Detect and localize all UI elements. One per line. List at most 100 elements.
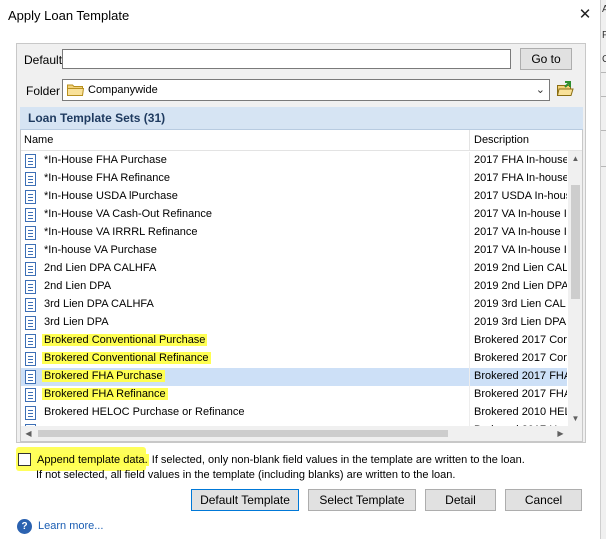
row-description: 2017 USDA In-hous bbox=[474, 190, 567, 202]
grid-rows: *In-House FHA Purchase 2017 FHA In-house *… bbox=[21, 152, 567, 440]
help-area: ? Learn more... bbox=[17, 519, 317, 535]
row-divider bbox=[469, 170, 470, 188]
chevron-down-icon[interactable]: ⌄ bbox=[536, 83, 545, 96]
template-document-icon bbox=[25, 298, 36, 312]
template-document-icon bbox=[25, 262, 36, 276]
table-row[interactable]: 3rd Lien DPA CALHFA 2019 3rd Lien CAL bbox=[21, 296, 567, 314]
template-document-icon bbox=[25, 172, 36, 186]
table-row[interactable]: Brokered HELOC Purchase or Refinance Brok… bbox=[21, 404, 567, 422]
edge-char-1: A bbox=[602, 4, 606, 15]
row-description: 2017 FHA In-house bbox=[474, 172, 567, 184]
column-header-name[interactable]: Name bbox=[24, 134, 53, 146]
table-row[interactable]: 2nd Lien DPA CALHFA 2019 2nd Lien CAL bbox=[21, 260, 567, 278]
row-description: Brokered 2017 Con bbox=[474, 352, 567, 364]
append-description: Append template data. If selected, only … bbox=[36, 454, 525, 466]
background-window-edge: A P C bbox=[600, 0, 606, 539]
scroll-right-arrow-icon[interactable]: ▶ bbox=[553, 426, 568, 441]
template-document-icon bbox=[25, 190, 36, 204]
scroll-up-arrow-icon[interactable]: ▲ bbox=[568, 151, 582, 166]
row-divider bbox=[469, 296, 470, 314]
folder-select[interactable]: Companywide ⌄ bbox=[62, 79, 550, 101]
row-name: 3rd Lien DPA bbox=[44, 316, 109, 328]
open-folder-icon[interactable] bbox=[556, 80, 574, 98]
folder-icon bbox=[67, 84, 84, 96]
table-row[interactable]: Brokered FHA Refinance Brokered 2017 FHA bbox=[21, 386, 567, 404]
row-description: 2019 2nd Lien CAL bbox=[474, 262, 567, 274]
edge-divider bbox=[601, 96, 606, 97]
edge-char-3: C bbox=[602, 54, 606, 65]
row-name: *In-House USDA lPurchase bbox=[44, 190, 178, 202]
row-description: 2017 FHA In-house bbox=[474, 154, 567, 166]
append-help-text-2: If not selected, all field values in the… bbox=[36, 469, 456, 481]
row-name: 2nd Lien DPA CALHFA bbox=[44, 262, 157, 274]
row-description: 2017 VA In-house I bbox=[474, 244, 567, 256]
row-description: 2017 VA In-house I bbox=[474, 208, 567, 220]
table-row[interactable]: 2nd Lien DPA 2019 2nd Lien DPA bbox=[21, 278, 567, 296]
table-row[interactable]: *In-House FHA Purchase 2017 FHA In-house bbox=[21, 152, 567, 170]
row-description: 2019 3rd Lien CAL bbox=[474, 298, 566, 310]
table-row[interactable]: Brokered FHA Purchase Brokered 2017 FHA bbox=[21, 368, 567, 386]
folder-value: Companywide bbox=[88, 84, 158, 96]
append-help-text: If selected, only non-blank field values… bbox=[148, 454, 525, 466]
default-input[interactable] bbox=[62, 49, 511, 69]
scroll-left-arrow-icon[interactable]: ◀ bbox=[21, 426, 36, 441]
default-template-button[interactable]: Default Template bbox=[191, 489, 299, 511]
template-grid[interactable]: Name Description *In-House FHA Purchase 2… bbox=[20, 130, 583, 442]
select-template-button[interactable]: Select Template bbox=[308, 489, 416, 511]
append-checkbox[interactable] bbox=[18, 453, 31, 466]
template-document-icon bbox=[25, 208, 36, 222]
table-row[interactable]: *In-House FHA Refinance 2017 FHA In-house bbox=[21, 170, 567, 188]
goto-button[interactable]: Go to bbox=[520, 48, 572, 70]
grid-section-header: Loan Template Sets (31) bbox=[20, 107, 583, 130]
row-name: *In-House FHA Refinance bbox=[44, 172, 170, 184]
template-document-icon bbox=[25, 388, 36, 402]
table-row[interactable]: *In-House VA Cash-Out Refinance 2017 VA I… bbox=[21, 206, 567, 224]
learn-more-link[interactable]: Learn more... bbox=[38, 520, 103, 532]
template-document-icon bbox=[25, 316, 36, 330]
scroll-down-arrow-icon[interactable]: ▼ bbox=[568, 411, 582, 426]
column-divider[interactable] bbox=[469, 130, 470, 151]
row-divider bbox=[469, 152, 470, 170]
row-divider bbox=[469, 350, 470, 368]
row-divider bbox=[469, 368, 470, 386]
table-row[interactable]: Brokered Conventional Purchase Brokered 2… bbox=[21, 332, 567, 350]
template-document-icon bbox=[25, 226, 36, 240]
table-row[interactable]: Brokered Conventional Refinance Brokered … bbox=[21, 350, 567, 368]
append-option: Append template data. If selected, only … bbox=[16, 447, 586, 485]
edge-divider bbox=[601, 72, 606, 73]
table-row[interactable]: *In-House USDA lPurchase 2017 USDA In-hou… bbox=[21, 188, 567, 206]
edge-char-2: P bbox=[602, 30, 606, 41]
row-divider bbox=[469, 404, 470, 422]
detail-button[interactable]: Detail bbox=[425, 489, 496, 511]
row-name: *In-House FHA Purchase bbox=[44, 154, 167, 166]
template-document-icon bbox=[25, 244, 36, 258]
cancel-button[interactable]: Cancel bbox=[505, 489, 582, 511]
row-name: *In-House VA Cash-Out Refinance bbox=[44, 208, 212, 220]
row-description: 2019 2nd Lien DPA bbox=[474, 280, 567, 292]
table-row[interactable]: *In-house VA Purchase 2017 VA In-house I bbox=[21, 242, 567, 260]
vertical-scrollbar[interactable]: ▲ ▼ bbox=[568, 151, 582, 426]
horizontal-scrollbar[interactable]: ◀ ▶ bbox=[21, 426, 568, 441]
append-label[interactable]: Append template data. bbox=[36, 454, 149, 466]
grid-title: Loan Template Sets (31) bbox=[28, 111, 166, 125]
close-button[interactable]: ✕ bbox=[574, 6, 596, 24]
table-row[interactable]: *In-House VA IRRRL Refinance 2017 VA In-h… bbox=[21, 224, 567, 242]
row-description: Brokered 2017 Con bbox=[474, 334, 567, 346]
row-divider bbox=[469, 386, 470, 404]
vertical-scroll-thumb[interactable] bbox=[571, 185, 580, 299]
row-name: 2nd Lien DPA bbox=[44, 280, 112, 292]
row-description: Brokered 2017 FHA bbox=[474, 388, 567, 400]
template-document-icon bbox=[25, 280, 36, 294]
horizontal-scroll-thumb[interactable] bbox=[38, 430, 448, 437]
table-row[interactable]: 3rd Lien DPA 2019 3rd Lien DPA bbox=[21, 314, 567, 332]
window-title: Apply Loan Template bbox=[8, 8, 130, 23]
default-label: Default bbox=[24, 53, 63, 67]
help-icon[interactable]: ? bbox=[17, 519, 32, 534]
column-headers: Name Description bbox=[21, 130, 582, 151]
row-description: Brokered 2010 HEL bbox=[474, 406, 567, 418]
edge-divider bbox=[601, 130, 606, 131]
row-name: Brokered FHA Purchase bbox=[42, 370, 165, 382]
row-name: Brokered Conventional Refinance bbox=[42, 352, 211, 364]
template-document-icon bbox=[25, 406, 36, 420]
column-header-description[interactable]: Description bbox=[474, 134, 529, 146]
